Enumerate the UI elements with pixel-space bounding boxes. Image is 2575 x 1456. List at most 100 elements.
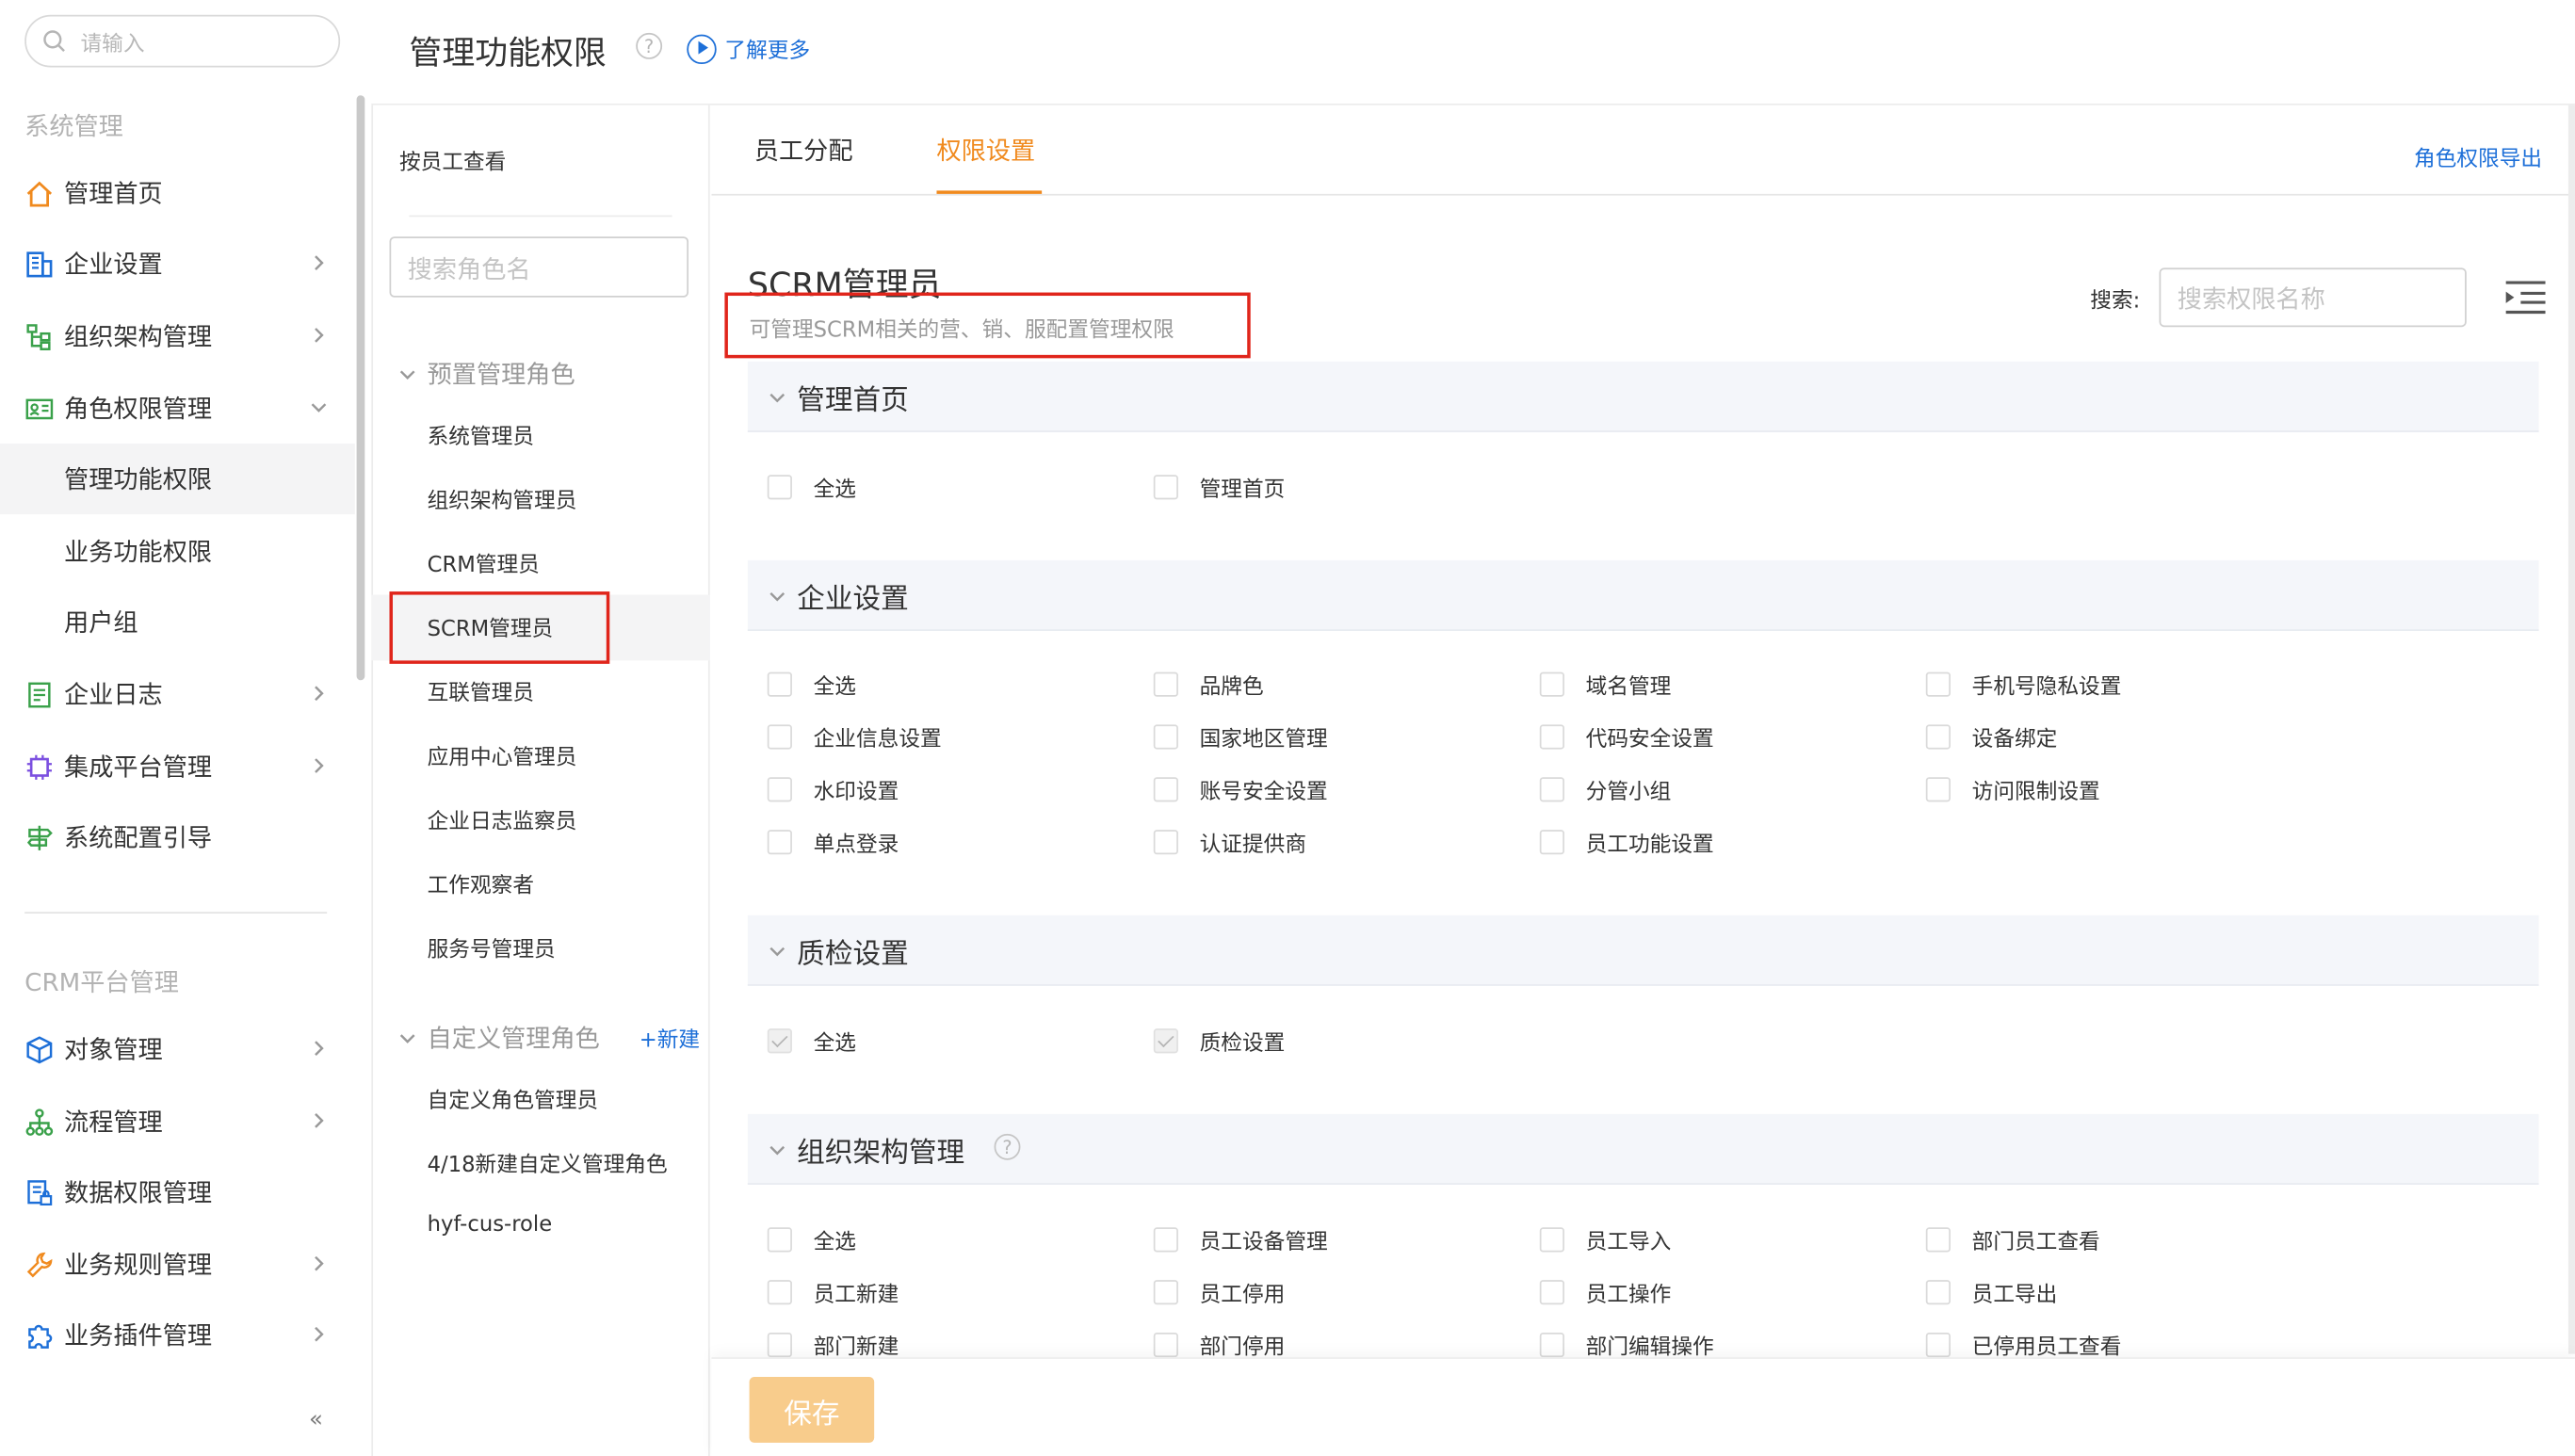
- perm-checkbox[interactable]: 员工操作: [1539, 1277, 1671, 1308]
- perm-checkbox[interactable]: 代码安全设置: [1539, 721, 1714, 752]
- checkbox-box[interactable]: [1925, 671, 1951, 697]
- tab-employee-assign[interactable]: 员工分配: [754, 133, 853, 168]
- perm-checkbox[interactable]: 分管小组: [1539, 774, 1671, 805]
- sidebar-scrollbar[interactable]: [356, 95, 365, 681]
- perm-checkbox[interactable]: 管理首页: [1153, 472, 1285, 503]
- role-item[interactable]: CRM管理员: [428, 547, 540, 578]
- perm-checkbox[interactable]: 部门停用: [1153, 1329, 1285, 1361]
- role-search-input[interactable]: 搜索角色名: [389, 236, 689, 298]
- checkbox-box[interactable]: [1153, 830, 1178, 855]
- perm-checkbox[interactable]: 国家地区管理: [1153, 721, 1328, 752]
- section-header-org-structure[interactable]: 组织架构管理 ?: [747, 1113, 2539, 1185]
- checkbox-box[interactable]: [1153, 1227, 1178, 1253]
- save-button[interactable]: 保存: [749, 1377, 875, 1443]
- checkbox-box[interactable]: [1153, 1332, 1178, 1358]
- preset-roles-group[interactable]: 预置管理角色: [399, 357, 575, 392]
- sidebar-item-data-permission[interactable]: 数据权限管理: [0, 1157, 355, 1227]
- perm-checkbox[interactable]: 全选: [767, 669, 856, 700]
- perm-checkbox[interactable]: 部门编辑操作: [1539, 1329, 1714, 1361]
- indent-menu-icon[interactable]: [2504, 280, 2547, 315]
- checkbox-box[interactable]: [1539, 1280, 1564, 1305]
- perm-checkbox[interactable]: 部门新建: [767, 1329, 899, 1361]
- role-item[interactable]: 4/18新建自定义管理角色: [428, 1147, 668, 1178]
- perm-checkbox[interactable]: 全选: [767, 472, 856, 503]
- sidebar-item-process-mgmt[interactable]: 流程管理: [0, 1086, 355, 1157]
- sidebar-item-org-structure[interactable]: 组织架构管理: [0, 300, 355, 371]
- checkbox-box[interactable]: [1539, 724, 1564, 750]
- checkbox-box[interactable]: [1539, 830, 1564, 855]
- content-scrollbar[interactable]: [2567, 105, 2575, 1354]
- checkbox-box[interactable]: [1153, 777, 1178, 802]
- role-item[interactable]: 服务号管理员: [428, 931, 556, 963]
- checkbox-box[interactable]: [767, 830, 792, 855]
- perm-checkbox[interactable]: 员工设备管理: [1153, 1224, 1328, 1255]
- perm-checkbox[interactable]: 单点登录: [767, 827, 899, 858]
- checkbox-box[interactable]: [1925, 777, 1951, 802]
- perm-checkbox[interactable]: 域名管理: [1539, 669, 1671, 700]
- perm-checkbox[interactable]: 账号安全设置: [1153, 774, 1328, 805]
- view-by-employee-link[interactable]: 按员工查看: [399, 145, 506, 176]
- checkbox-box[interactable]: [767, 724, 792, 750]
- role-item[interactable]: 互联管理员: [428, 675, 534, 706]
- sidebar-item-enterprise-log[interactable]: 企业日志: [0, 659, 355, 730]
- perm-checkbox[interactable]: 手机号隐私设置: [1925, 669, 2121, 700]
- checkbox-box[interactable]: [767, 671, 792, 697]
- role-item[interactable]: 组织架构管理员: [428, 483, 577, 514]
- collapse-sidebar-button[interactable]: «: [309, 1406, 323, 1432]
- perm-checkbox[interactable]: 访问限制设置: [1925, 774, 2100, 805]
- sidebar-item-mgmt-func-perm[interactable]: 管理功能权限: [0, 444, 355, 515]
- perm-checkbox[interactable]: 水印设置: [767, 774, 899, 805]
- custom-roles-group[interactable]: 自定义管理角色: [399, 1020, 600, 1055]
- help-icon[interactable]: ?: [636, 32, 663, 59]
- perm-checkbox[interactable]: 全选: [767, 1224, 856, 1255]
- checkbox-box[interactable]: [1539, 1227, 1564, 1253]
- sidebar-search-input[interactable]: 请输入: [24, 14, 341, 68]
- perm-checkbox[interactable]: 设备绑定: [1925, 721, 2057, 752]
- checkbox-box[interactable]: [1925, 1332, 1951, 1358]
- checkbox-box[interactable]: [1153, 475, 1178, 500]
- checkbox-box[interactable]: [1153, 724, 1178, 750]
- export-role-permission-link[interactable]: 角色权限导出: [2414, 141, 2542, 172]
- perm-checkbox[interactable]: 已停用员工查看: [1925, 1329, 2121, 1361]
- permission-search-input[interactable]: 搜索权限名称: [2159, 267, 2467, 328]
- checkbox-box[interactable]: [1539, 777, 1564, 802]
- perm-checkbox[interactable]: 员工停用: [1153, 1277, 1285, 1308]
- perm-checkbox[interactable]: 员工新建: [767, 1277, 899, 1308]
- checkbox-box[interactable]: [1539, 671, 1564, 697]
- checkbox-box[interactable]: [767, 475, 792, 500]
- new-custom-role-link[interactable]: +新建: [640, 1022, 700, 1053]
- learn-more-link[interactable]: 了解更多: [687, 33, 810, 64]
- role-item[interactable]: 系统管理员: [428, 419, 534, 450]
- sidebar-item-integration-platform[interactable]: 集成平台管理: [0, 731, 355, 801]
- checkbox-box[interactable]: [1925, 1280, 1951, 1305]
- sidebar-item-object-mgmt[interactable]: 对象管理: [0, 1013, 355, 1084]
- sidebar-item-biz-plugins[interactable]: 业务插件管理: [0, 1300, 355, 1370]
- help-icon[interactable]: ?: [994, 1133, 1021, 1160]
- sidebar-item-user-group[interactable]: 用户组: [0, 587, 355, 657]
- perm-checkbox[interactable]: 部门员工查看: [1925, 1224, 2100, 1255]
- role-item[interactable]: 工作观察者: [428, 867, 534, 898]
- sidebar-item-config-guide[interactable]: 系统配置引导: [0, 801, 355, 872]
- checkbox-box[interactable]: [767, 1227, 792, 1253]
- role-item[interactable]: hyf-cus-role: [428, 1213, 553, 1238]
- sidebar-item-biz-func-perm[interactable]: 业务功能权限: [0, 516, 355, 587]
- perm-checkbox[interactable]: 员工导入: [1539, 1224, 1671, 1255]
- perm-checkbox[interactable]: 品牌色: [1153, 669, 1264, 700]
- checkbox-box[interactable]: [1153, 1280, 1178, 1305]
- checkbox-box[interactable]: [1925, 724, 1951, 750]
- section-header-home[interactable]: 管理首页: [747, 361, 2539, 432]
- checkbox-box[interactable]: [1539, 1332, 1564, 1358]
- checkbox-box[interactable]: [767, 1280, 792, 1305]
- role-item[interactable]: 企业日志监察员: [428, 803, 577, 834]
- role-item[interactable]: 自定义角色管理员: [428, 1083, 598, 1114]
- perm-checkbox[interactable]: 员工导出: [1925, 1277, 2057, 1308]
- section-header-quality-check[interactable]: 质检设置: [747, 914, 2539, 986]
- role-item[interactable]: 应用中心管理员: [428, 739, 577, 770]
- sidebar-item-biz-rules[interactable]: 业务规则管理: [0, 1229, 355, 1300]
- sidebar-item-enterprise-settings[interactable]: 企业设置: [0, 229, 355, 299]
- section-header-enterprise-settings[interactable]: 企业设置: [747, 559, 2539, 631]
- checkbox-box[interactable]: [767, 777, 792, 802]
- perm-checkbox[interactable]: 认证提供商: [1153, 827, 1306, 858]
- perm-checkbox[interactable]: 企业信息设置: [767, 721, 942, 752]
- sidebar-item-home[interactable]: 管理首页: [0, 157, 355, 228]
